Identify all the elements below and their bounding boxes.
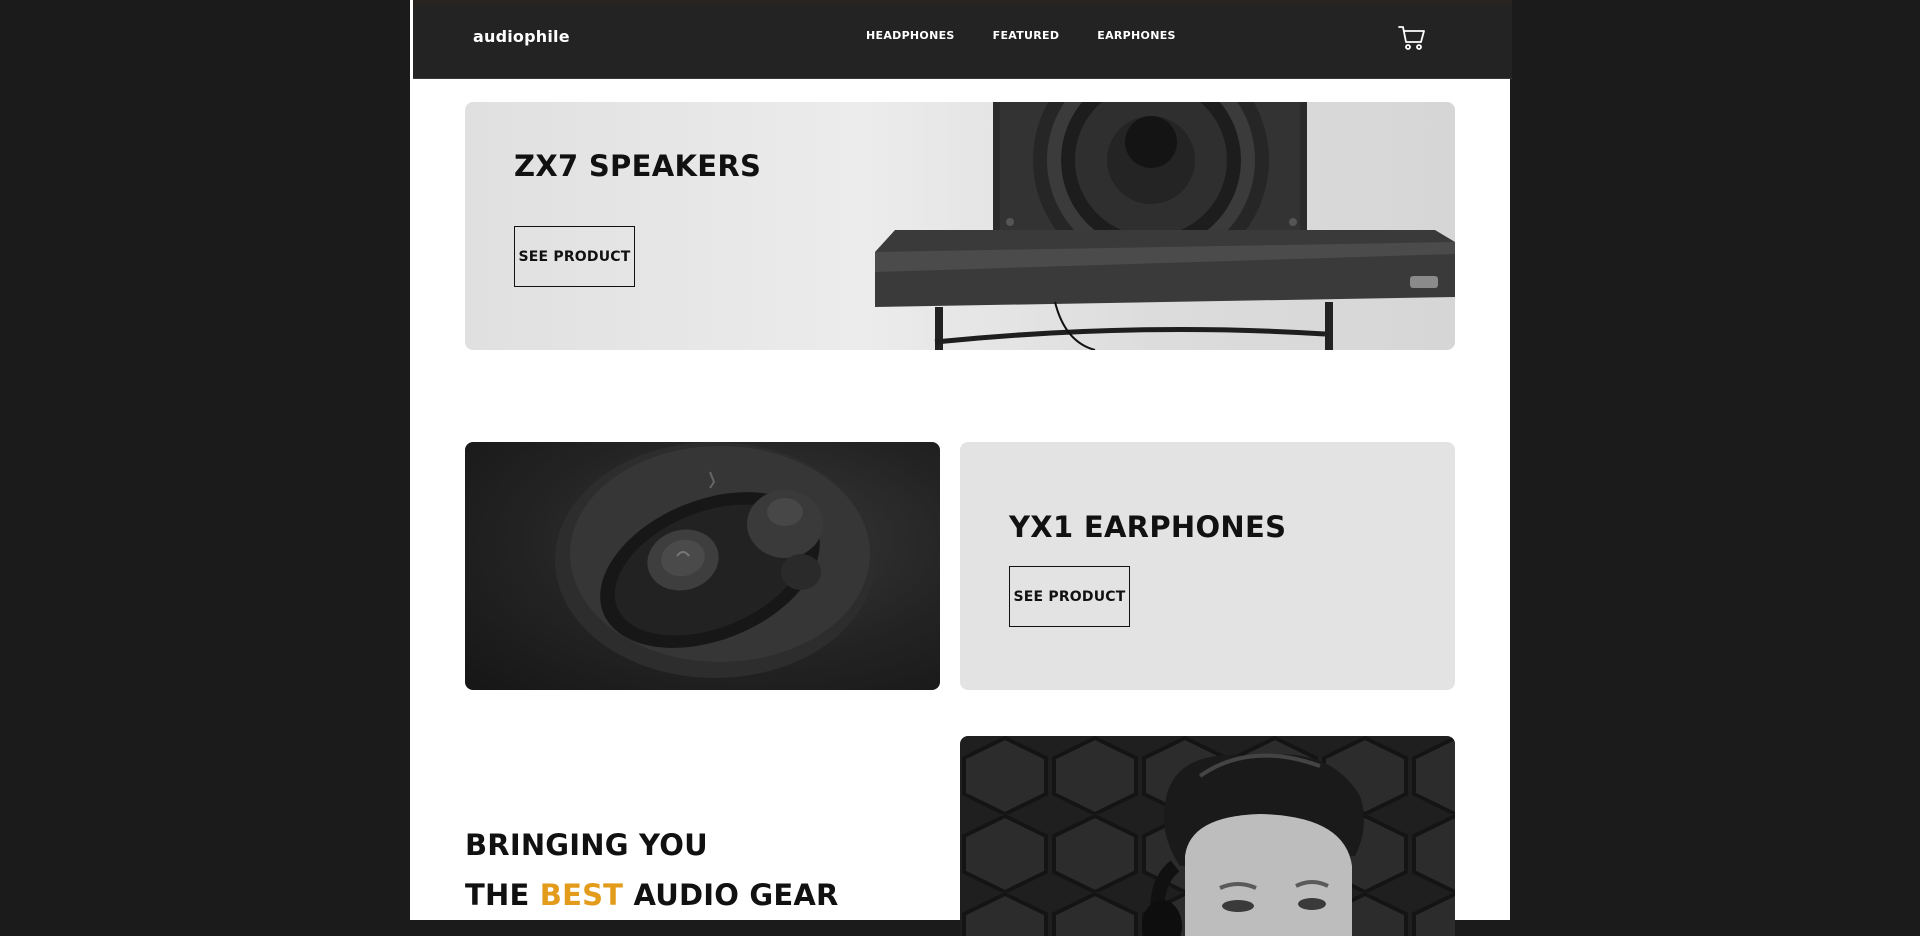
about-heading-line2-pre: THE [465, 878, 540, 912]
main-nav: HEADPHONES FEATURED EARPHONES [866, 29, 1176, 42]
about-heading-line1: BRINGING YOU [465, 828, 708, 862]
about-heading-accent: BEST [539, 878, 624, 912]
speaker-on-table-image [875, 102, 1455, 350]
yx1-see-product-button[interactable]: SEE PRODUCT [1009, 566, 1130, 627]
cart-icon[interactable] [1398, 25, 1426, 51]
navbar: audiophile HEADPHONES FEATURED EARPHONES [413, 0, 1512, 78]
nav-link-headphones[interactable]: HEADPHONES [866, 29, 955, 42]
about-heading-line2-post: AUDIO GEAR [623, 878, 839, 912]
nav-link-featured[interactable]: FEATURED [993, 29, 1060, 42]
about-heading: BRINGING YOU THE BEST AUDIO GEAR [465, 820, 945, 920]
zx7-speakers-card: ZX7 SPEAKERS SEE PRODUCT [465, 102, 1455, 350]
yx1-title: YX1 EARPHONES [1009, 510, 1287, 544]
earphones-case-image [465, 442, 940, 690]
zx7-title: ZX7 SPEAKERS [514, 149, 762, 183]
logo[interactable]: audiophile [473, 27, 570, 46]
man-with-headphones-image [960, 736, 1455, 936]
nav-link-earphones[interactable]: EARPHONES [1097, 29, 1175, 42]
yx1-earphones-card: YX1 EARPHONES SEE PRODUCT [960, 442, 1455, 690]
zx7-see-product-button[interactable]: SEE PRODUCT [514, 226, 635, 287]
